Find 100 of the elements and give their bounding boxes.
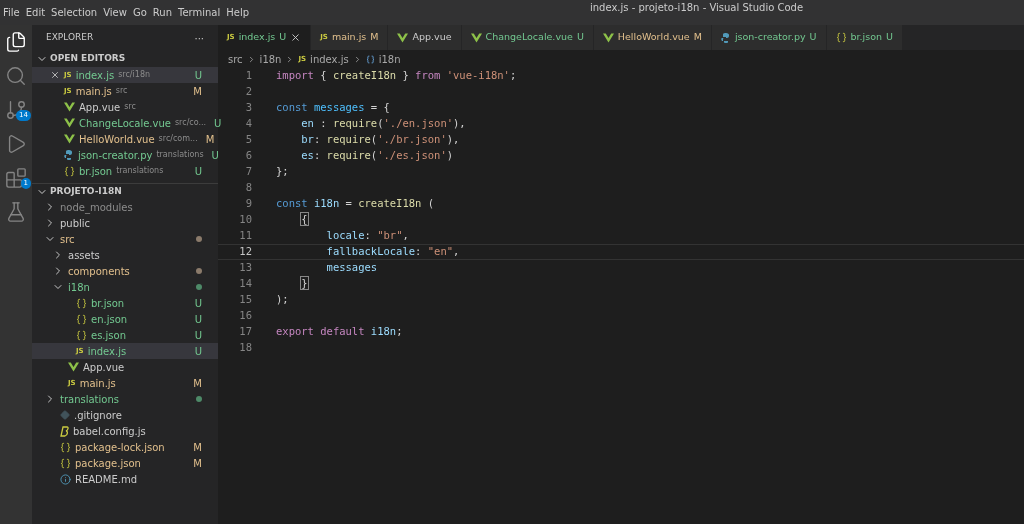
menu-item[interactable]: File [0,5,23,20]
vue-file-icon [397,32,409,43]
file-name: br.json [79,164,113,179]
line-number: 8 [244,180,253,196]
file-row[interactable]: .gitignore [32,407,218,423]
symbol-icon [365,54,375,64]
breadcrumb-item[interactable]: src [228,51,243,67]
code-line: const messages = { [276,100,390,116]
file-path: src/com... [158,133,198,145]
editor-tab[interactable]: App.vue [388,25,462,50]
braces-file-icon [64,165,75,177]
file-name: main.js [75,84,112,99]
section-header[interactable]: OPEN EDITORS [32,51,218,67]
menu-item[interactable]: View [100,5,130,20]
line-number: 13 [238,260,253,276]
folder-row[interactable]: translations [32,391,218,407]
code-line: } [300,276,308,292]
file-name: es.json [91,328,126,343]
menu-item[interactable]: Selection [48,5,101,20]
diamond-file-icon [60,410,70,420]
python-file-icon [720,32,731,43]
tab-label: index.js [238,30,276,45]
line-number: 3 [244,100,253,116]
braces-file-icon [60,441,71,453]
editor-tab[interactable]: HelloWorld.vue M [593,25,712,50]
folder-row[interactable]: public [32,215,218,231]
file-name: .gitignore [74,408,122,423]
file-path: translations [116,165,164,177]
code-line: export default i18n; [276,324,403,340]
file-name: package.json [75,456,141,471]
menu-item[interactable]: Edit [22,5,49,20]
tab-label: ChangeLocale.vue [485,30,573,45]
code-line: messages [325,260,378,276]
editor-tab[interactable]: br.json U [826,25,903,50]
close-icon[interactable] [290,32,302,43]
open-editor-row[interactable]: App.vue src [32,99,218,115]
open-editor-row[interactable]: br.json translations U [32,163,218,179]
line-number: 10 [238,212,253,228]
line-number: 5 [244,132,253,148]
files-icon[interactable] [5,31,27,53]
file-path: src/co... [174,117,207,129]
flask-icon[interactable] [5,201,27,223]
folder-row[interactable]: i18n [32,279,218,295]
file-row[interactable]: es.json U [32,327,218,343]
open-editor-row[interactable]: json-creator.py translations U [32,147,218,163]
line-number: 7 [244,164,253,180]
file-row[interactable]: br.json U [32,295,218,311]
line-number: 11 [238,228,253,244]
editor-tab[interactable]: json-creator.py U [711,25,827,50]
git-status: M [193,84,202,99]
breadcrumb-item[interactable]: i18n [378,51,401,67]
file-name: br.json [91,296,125,311]
code-line: br: require('./br.json'), [300,132,460,148]
file-name: node_modules [60,200,133,215]
git-status: U [194,328,202,343]
line-number: 14 [238,276,253,292]
line-number: 18 [238,340,253,356]
file-name: babel.config.js [73,424,146,439]
code-line: en : require('./en.json'), [300,116,466,132]
file-row[interactable]: package.json M [32,455,218,471]
file-row[interactable]: README.md [32,471,218,487]
braces-file-icon [60,457,71,469]
code-line: fallbackLocale: "en", [325,244,460,260]
file-row[interactable]: en.json U [32,311,218,327]
info-file-icon [60,473,71,485]
file-name: translations [60,392,119,407]
file-path: src/i18n [118,69,151,81]
file-row[interactable]: App.vue [32,359,218,375]
file-name: assets [68,248,100,263]
menu-item[interactable]: Help [223,5,253,20]
blocks-icon[interactable] [5,167,27,189]
search-icon[interactable] [5,65,27,87]
breadcrumb-item[interactable]: i18n [259,51,282,67]
open-editor-row[interactable]: HelloWorld.vue src/com... M [32,131,218,147]
file-name: main.js [79,376,116,391]
folder-row[interactable]: components [32,263,218,279]
folder-row[interactable]: src [32,231,218,247]
file-name: App.vue [79,100,121,115]
file-name: components [68,264,130,279]
menu-item[interactable]: Run [149,5,175,20]
line-number: 12 [238,244,253,260]
section-header[interactable]: PROJETO-I18N [32,183,218,199]
menu-item[interactable]: Go [129,5,150,20]
git-status: U [214,116,222,131]
breadcrumb-item[interactable]: index.js [310,51,349,67]
file-row[interactable]: package-lock.json M [32,439,218,455]
git-status: M [205,132,215,147]
more-button[interactable]: ··· [194,30,204,46]
editor-tab[interactable]: ChangeLocale.vue U [461,25,594,50]
git-status: U [809,30,817,45]
file-name: package-lock.json [75,440,165,455]
menu-item[interactable]: Terminal [175,5,224,20]
file-row[interactable]: babel.config.js [32,423,218,439]
code-line: const i18n = createI18n ( [276,196,435,212]
section-title: PROJETO-I18N [50,184,122,198]
section-title: OPEN EDITORS [50,52,126,66]
folder-row[interactable]: assets [32,247,218,263]
close-icon[interactable] [50,70,60,80]
folder-row[interactable]: node_modules [32,199,218,215]
code-line: locale: "br", [325,228,409,244]
